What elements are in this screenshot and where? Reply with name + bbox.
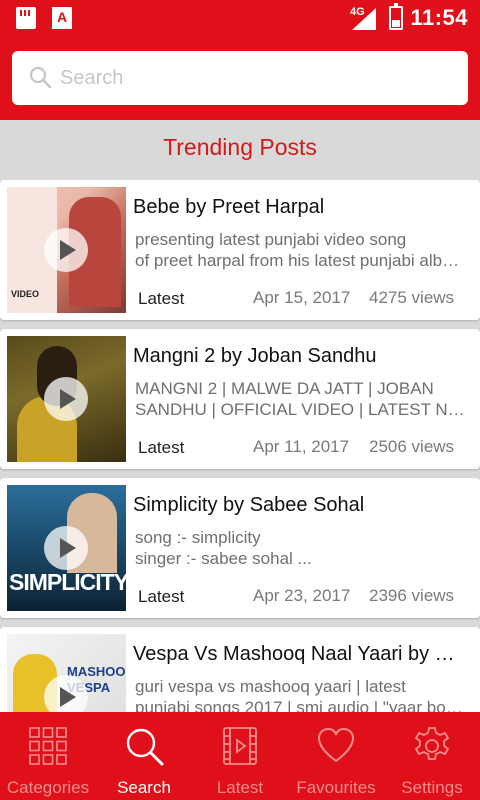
post-date: Apr 23, 2017 (253, 586, 351, 605)
post-description-line: guri vespa vs mashooq yaari | latest (135, 677, 406, 696)
tab-label: Search (117, 778, 171, 797)
sim-card-icon (16, 7, 36, 29)
tab-label: Settings (401, 778, 463, 797)
search-input[interactable] (60, 59, 450, 97)
post-card[interactable]: VIDEO Bebe by Preet Harpal presenting la… (0, 180, 480, 320)
post-card[interactable]: Mangni 2 by Joban Sandhu MANGNI 2 | MALW… (0, 329, 480, 469)
post-description-line: SANDHU | OFFICIAL VIDEO | LATEST NEW SON… (135, 400, 465, 419)
post-views: 2396 views (369, 586, 455, 605)
post-list[interactable]: VIDEO Bebe by Preet Harpal presenting la… (0, 180, 480, 712)
play-icon (44, 526, 88, 570)
post-description: song :- simplicity singer :- sabee sohal… (135, 527, 465, 569)
post-description-line: presenting latest punjabi video song (135, 230, 407, 249)
tab-label: Categories (6, 778, 90, 797)
thumbnail-caption: SIMPLICITY (9, 569, 126, 595)
post-description-line: singer :- sabee sohal ... (135, 549, 312, 568)
search-box[interactable] (12, 51, 468, 105)
post-description-line: MANGNI 2 | MALWE DA JATT | JOBAN (135, 379, 434, 398)
post-views: 4275 views (369, 288, 455, 307)
tab-label: Latest (216, 778, 264, 797)
section-title: Trending Posts (163, 134, 317, 160)
post-card[interactable]: SIMPLICITY Simplicity by Sabee Sohal son… (0, 478, 480, 618)
tab-categories[interactable]: Categories (0, 712, 96, 800)
thumbnail-caption: VIDEO (11, 289, 40, 299)
heart-icon (317, 727, 355, 763)
post-title[interactable]: Vespa Vs Mashooq Naal Yaari by Guri (133, 643, 468, 666)
post-thumbnail[interactable]: VIDEO (7, 187, 126, 313)
post-tag: Latest (138, 587, 185, 606)
post-description-line: song :- simplicity (135, 528, 261, 547)
post-card[interactable]: MASHOOQ VESPA Vespa Vs Mashooq Naal Yaar… (0, 627, 480, 712)
post-description-line: punjabi songs 2017 | smi audio | "yaar b… (135, 698, 465, 712)
search-header (0, 36, 480, 120)
post-description: guri vespa vs mashooq yaari | latest pun… (135, 676, 465, 712)
post-title[interactable]: Bebe by Preet Harpal (133, 196, 468, 219)
gear-icon (414, 727, 450, 760)
signal-icon (352, 8, 376, 30)
status-time: 11:54 (410, 5, 468, 30)
post-thumbnail[interactable]: SIMPLICITY (7, 485, 126, 611)
post-thumbnail[interactable] (7, 336, 126, 462)
post-title[interactable]: Mangni 2 by Joban Sandhu (133, 345, 468, 368)
post-date: Apr 15, 2017 (253, 288, 351, 307)
post-title[interactable]: Simplicity by Sabee Sohal (133, 494, 468, 517)
tab-label: Favourites (296, 778, 376, 797)
post-description: presenting latest punjabi video song of … (135, 229, 465, 271)
search-icon (126, 728, 164, 766)
play-icon (44, 377, 88, 421)
post-tag: Latest (138, 438, 185, 457)
post-description-line: of preet harpal from his latest punjabi … (135, 251, 465, 270)
film-icon (223, 727, 257, 765)
post-description: MANGNI 2 | MALWE DA JATT | JOBAN SANDHU … (135, 378, 465, 420)
tab-settings[interactable]: Settings (384, 712, 480, 800)
post-tag: Latest (138, 289, 185, 308)
grid-icon (29, 727, 67, 765)
search-icon (29, 66, 52, 89)
bottom-tab-bar: Categories Search Latest Favourites Sett… (0, 712, 480, 800)
post-views: 2506 views (369, 437, 455, 456)
status-bar: A 4G 11:54 (0, 0, 480, 36)
post-thumbnail[interactable]: MASHOOQ VESPA (7, 634, 126, 712)
battery-icon (389, 3, 403, 30)
app-notification-icon: A (52, 7, 72, 29)
tab-search[interactable]: Search (96, 712, 192, 800)
tab-latest[interactable]: Latest (192, 712, 288, 800)
play-icon (44, 675, 88, 712)
post-date: Apr 11, 2017 (253, 437, 350, 456)
tab-favourites[interactable]: Favourites (288, 712, 384, 800)
play-icon (44, 228, 88, 272)
